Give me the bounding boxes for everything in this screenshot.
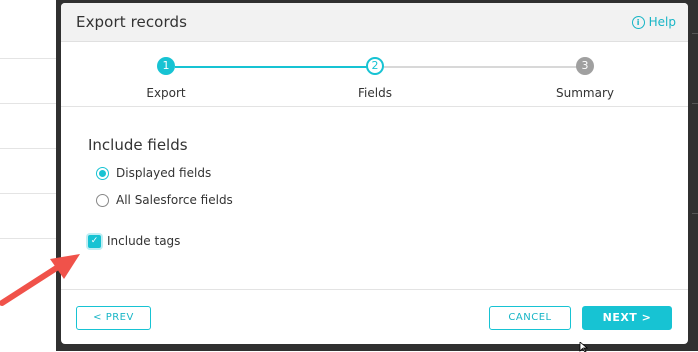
all-salesforce-fields-label: All Salesforce fields bbox=[116, 193, 233, 207]
displayed-fields-radio[interactable] bbox=[96, 166, 109, 180]
help-label: Help bbox=[648, 15, 676, 29]
background-row-divider bbox=[0, 58, 56, 59]
background-row-divider bbox=[692, 213, 698, 214]
step-3-label: Summary bbox=[556, 86, 614, 100]
cancel-button[interactable]: CANCEL bbox=[489, 306, 571, 330]
annotation-arrow-icon bbox=[0, 254, 80, 306]
include-fields-heading: Include fields bbox=[88, 136, 188, 154]
step-2-indicator: 2 bbox=[366, 57, 384, 75]
next-button[interactable]: NEXT > bbox=[582, 306, 672, 330]
background-row-divider bbox=[0, 193, 56, 194]
background-row-divider bbox=[692, 103, 698, 104]
help-link[interactable]: i Help bbox=[631, 15, 676, 29]
step-connector-pending bbox=[384, 66, 579, 68]
displayed-fields-option[interactable]: Displayed fields bbox=[96, 166, 211, 180]
step-1-indicator[interactable]: 1 bbox=[157, 57, 175, 75]
all-salesforce-fields-radio[interactable] bbox=[96, 193, 109, 207]
step-2-label: Fields bbox=[358, 86, 392, 100]
dialog-title: Export records bbox=[76, 13, 187, 31]
background-row-divider bbox=[0, 148, 56, 149]
all-salesforce-fields-option[interactable]: All Salesforce fields bbox=[96, 193, 233, 207]
background-row-divider bbox=[0, 238, 56, 239]
displayed-fields-label: Displayed fields bbox=[116, 166, 212, 180]
dialog-footer: < PREV CANCEL NEXT > bbox=[61, 289, 688, 344]
dialog-header: Export records i Help bbox=[61, 3, 688, 42]
background-row-divider bbox=[0, 103, 56, 104]
step-3-indicator: 3 bbox=[576, 57, 594, 75]
include-tags-label: Include tags bbox=[107, 234, 181, 248]
info-icon: i bbox=[631, 15, 645, 29]
wizard-stepper: 1 Export 2 Fields 3 Summary bbox=[61, 42, 688, 107]
step-connector-completed bbox=[175, 66, 370, 68]
background-row-divider bbox=[692, 33, 698, 34]
export-records-dialog: Export records i Help 1 Export 2 Fields … bbox=[61, 3, 688, 344]
include-tags-option[interactable]: ✓ Include tags bbox=[88, 234, 180, 248]
step-1-label: Export bbox=[146, 86, 186, 100]
